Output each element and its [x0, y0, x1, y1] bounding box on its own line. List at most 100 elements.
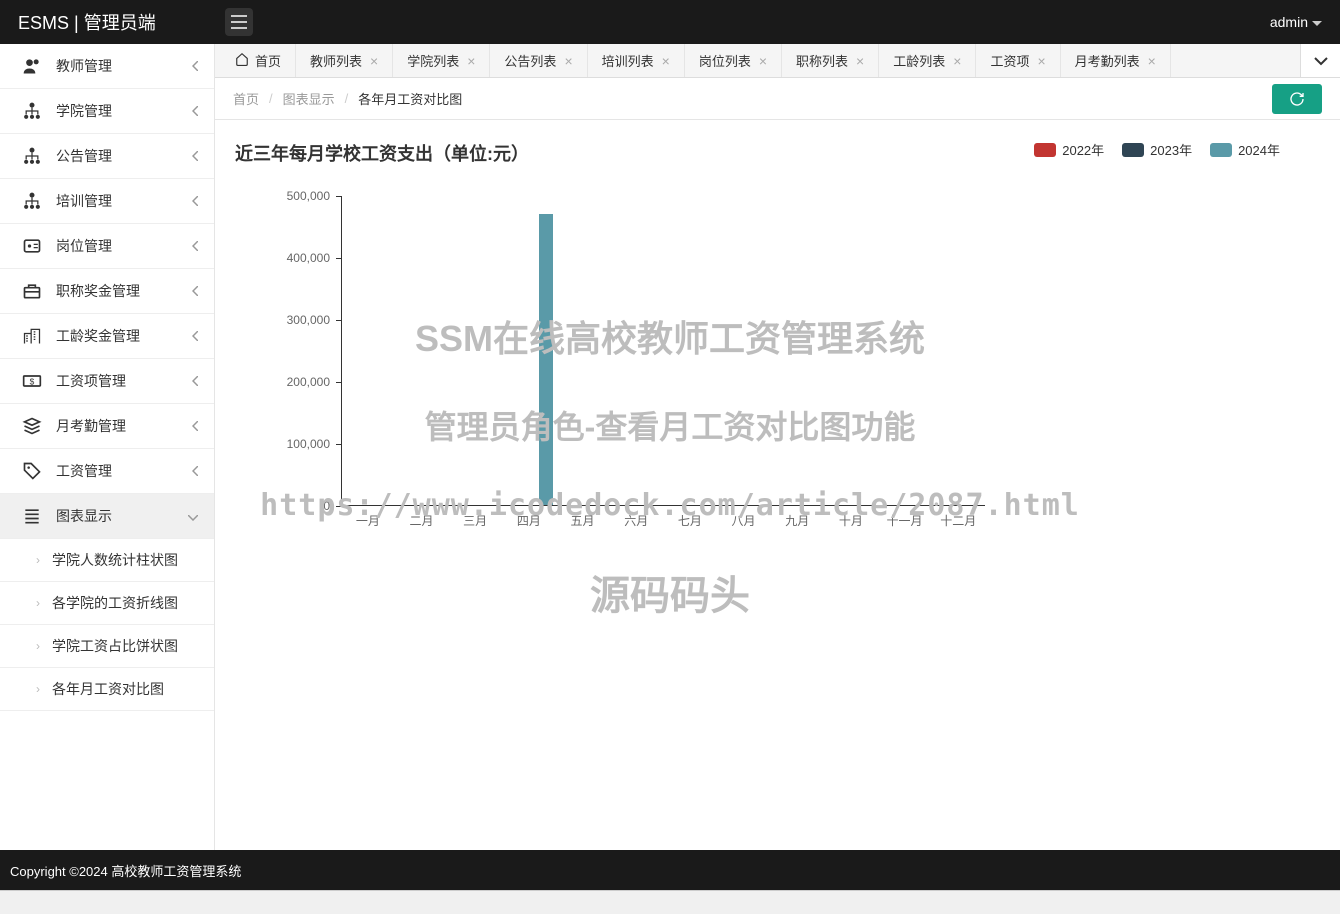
- close-icon[interactable]: ×: [953, 53, 961, 69]
- x-tick-label: 五月: [556, 512, 610, 529]
- x-tick-label: 六月: [609, 512, 663, 529]
- y-tick: 400,000: [280, 251, 341, 265]
- hamburger-icon: [231, 15, 247, 29]
- org-icon: [20, 191, 44, 211]
- tab-label: 学院列表: [407, 51, 459, 70]
- chart-plot: 0100,000200,000300,000400,000500,000 一月二…: [285, 196, 985, 529]
- tab[interactable]: 职称列表 ×: [782, 44, 879, 77]
- sidebar-item[interactable]: 岗位管理: [0, 224, 214, 269]
- sidebar-item[interactable]: 工龄奖金管理: [0, 314, 214, 359]
- tabs-more-button[interactable]: [1300, 44, 1340, 77]
- sidebar-subitem-label: 学院工资占比饼状图: [52, 636, 178, 656]
- tab[interactable]: 月考勤列表 ×: [1061, 44, 1171, 77]
- breadcrumb-bar: 首页 / 图表显示 / 各年月工资对比图: [215, 78, 1340, 120]
- chart-container: 近三年每月学校工资支出（单位:元） 2022年2023年2024年 0100,0…: [215, 120, 1340, 549]
- tab-label: 培训列表: [602, 51, 654, 70]
- legend-swatch: [1210, 143, 1232, 157]
- sidebar-item[interactable]: 工资管理: [0, 449, 214, 494]
- user-menu[interactable]: admin: [1270, 14, 1340, 30]
- legend-item[interactable]: 2022年: [1034, 140, 1104, 159]
- sidebar-item[interactable]: $ 工资项管理: [0, 359, 214, 404]
- y-tick-label: 300,000: [280, 313, 336, 327]
- users-icon: [20, 56, 44, 76]
- refresh-button[interactable]: [1272, 84, 1322, 114]
- sidebar: 教师管理学院管理公告管理培训管理岗位管理职称奖金管理工龄奖金管理 $ 工资项管理月考…: [0, 44, 215, 850]
- caret-down-icon: [1312, 14, 1322, 30]
- sidebar-toggle-button[interactable]: [225, 8, 253, 36]
- chevron-left-icon: [192, 463, 198, 479]
- close-icon[interactable]: ×: [467, 53, 475, 69]
- legend-label: 2022年: [1062, 140, 1104, 159]
- sidebar-subitem[interactable]: ›学院人数统计柱状图: [0, 539, 214, 582]
- sidebar-item-label: 教师管理: [56, 56, 192, 76]
- brand: ESMS | 管理员端: [0, 9, 215, 35]
- bar: [539, 214, 553, 505]
- sidebar-item[interactable]: 月考勤管理: [0, 404, 214, 449]
- close-icon[interactable]: ×: [1037, 53, 1045, 69]
- svg-text:$: $: [30, 376, 35, 386]
- crumb-section[interactable]: 图表显示: [283, 89, 335, 108]
- y-tick-label: 500,000: [280, 189, 336, 203]
- sidebar-item[interactable]: 图表显示: [0, 494, 214, 539]
- sidebar-item[interactable]: 教师管理: [0, 44, 214, 89]
- y-tick: 200,000: [280, 375, 341, 389]
- legend-label: 2024年: [1238, 140, 1280, 159]
- x-tick-label: 九月: [770, 512, 824, 529]
- sidebar-item-label: 公告管理: [56, 146, 192, 166]
- tab[interactable]: 培训列表 ×: [588, 44, 685, 77]
- sidebar-item-label: 工资项管理: [56, 371, 192, 391]
- sidebar-item[interactable]: 学院管理: [0, 89, 214, 134]
- close-icon[interactable]: ×: [1148, 53, 1156, 69]
- sidebar-item[interactable]: 公告管理: [0, 134, 214, 179]
- tab-label: 工资项: [990, 51, 1029, 70]
- close-icon[interactable]: ×: [662, 53, 670, 69]
- x-tick-label: 十一月: [878, 512, 932, 529]
- tab-label: 职称列表: [796, 51, 848, 70]
- sidebar-item-label: 培训管理: [56, 191, 192, 211]
- tab[interactable]: 公告列表×: [490, 44, 587, 77]
- legend-item[interactable]: 2023年: [1122, 140, 1192, 159]
- sidebar-item[interactable]: 职称奖金管理: [0, 269, 214, 314]
- sidebar-item[interactable]: 培训管理: [0, 179, 214, 224]
- close-icon[interactable]: ×: [856, 53, 864, 69]
- tab-home[interactable]: 首页: [215, 44, 296, 77]
- crumb-home[interactable]: 首页: [233, 89, 259, 108]
- tab[interactable]: 岗位列表 ×: [685, 44, 782, 77]
- chevron-left-icon: [192, 373, 198, 389]
- tab[interactable]: 工龄列表×: [879, 44, 976, 77]
- close-icon[interactable]: ×: [564, 53, 572, 69]
- sidebar-subitem[interactable]: ›各学院的工资折线图: [0, 582, 214, 625]
- tab-label: 月考勤列表: [1075, 51, 1140, 70]
- x-tick-label: 四月: [502, 512, 556, 529]
- x-tick-label: 八月: [717, 512, 771, 529]
- x-tick-label: 十二月: [931, 512, 985, 529]
- chevron-left-icon: [192, 148, 198, 164]
- legend-item[interactable]: 2024年: [1210, 140, 1280, 159]
- badge-icon: [20, 236, 44, 256]
- tab-label: 岗位列表: [699, 51, 751, 70]
- plot-area: 0100,000200,000300,000400,000500,000: [341, 196, 985, 506]
- sidebar-subitem[interactable]: › 学院工资占比饼状图: [0, 625, 214, 668]
- tab[interactable]: 学院列表 ×: [393, 44, 490, 77]
- x-tick-label: 十月: [824, 512, 878, 529]
- briefcase-icon: [20, 281, 44, 301]
- chevron-right-icon: ›: [36, 639, 40, 653]
- chevron-left-icon: [192, 283, 198, 299]
- tab[interactable]: 工资项 ×: [976, 44, 1060, 77]
- tab[interactable]: 教师列表×: [296, 44, 393, 77]
- stack-icon: [20, 416, 44, 436]
- sidebar-item-label: 学院管理: [56, 101, 192, 121]
- sidebar-subitem[interactable]: ›各年月工资对比图: [0, 668, 214, 711]
- y-tick-label: 200,000: [280, 375, 336, 389]
- chevron-left-icon: [192, 193, 198, 209]
- close-icon[interactable]: ×: [759, 53, 767, 69]
- chevron-down-icon: [1313, 56, 1329, 66]
- sidebar-item-label: 工龄奖金管理: [56, 326, 192, 346]
- y-tick: 0: [280, 499, 341, 513]
- refresh-icon: [1289, 91, 1305, 107]
- org-icon: [20, 101, 44, 121]
- crumb-sep: /: [345, 91, 349, 106]
- chevron-right-icon: ›: [36, 682, 40, 696]
- user-name: admin: [1270, 14, 1308, 30]
- close-icon[interactable]: ×: [370, 53, 378, 69]
